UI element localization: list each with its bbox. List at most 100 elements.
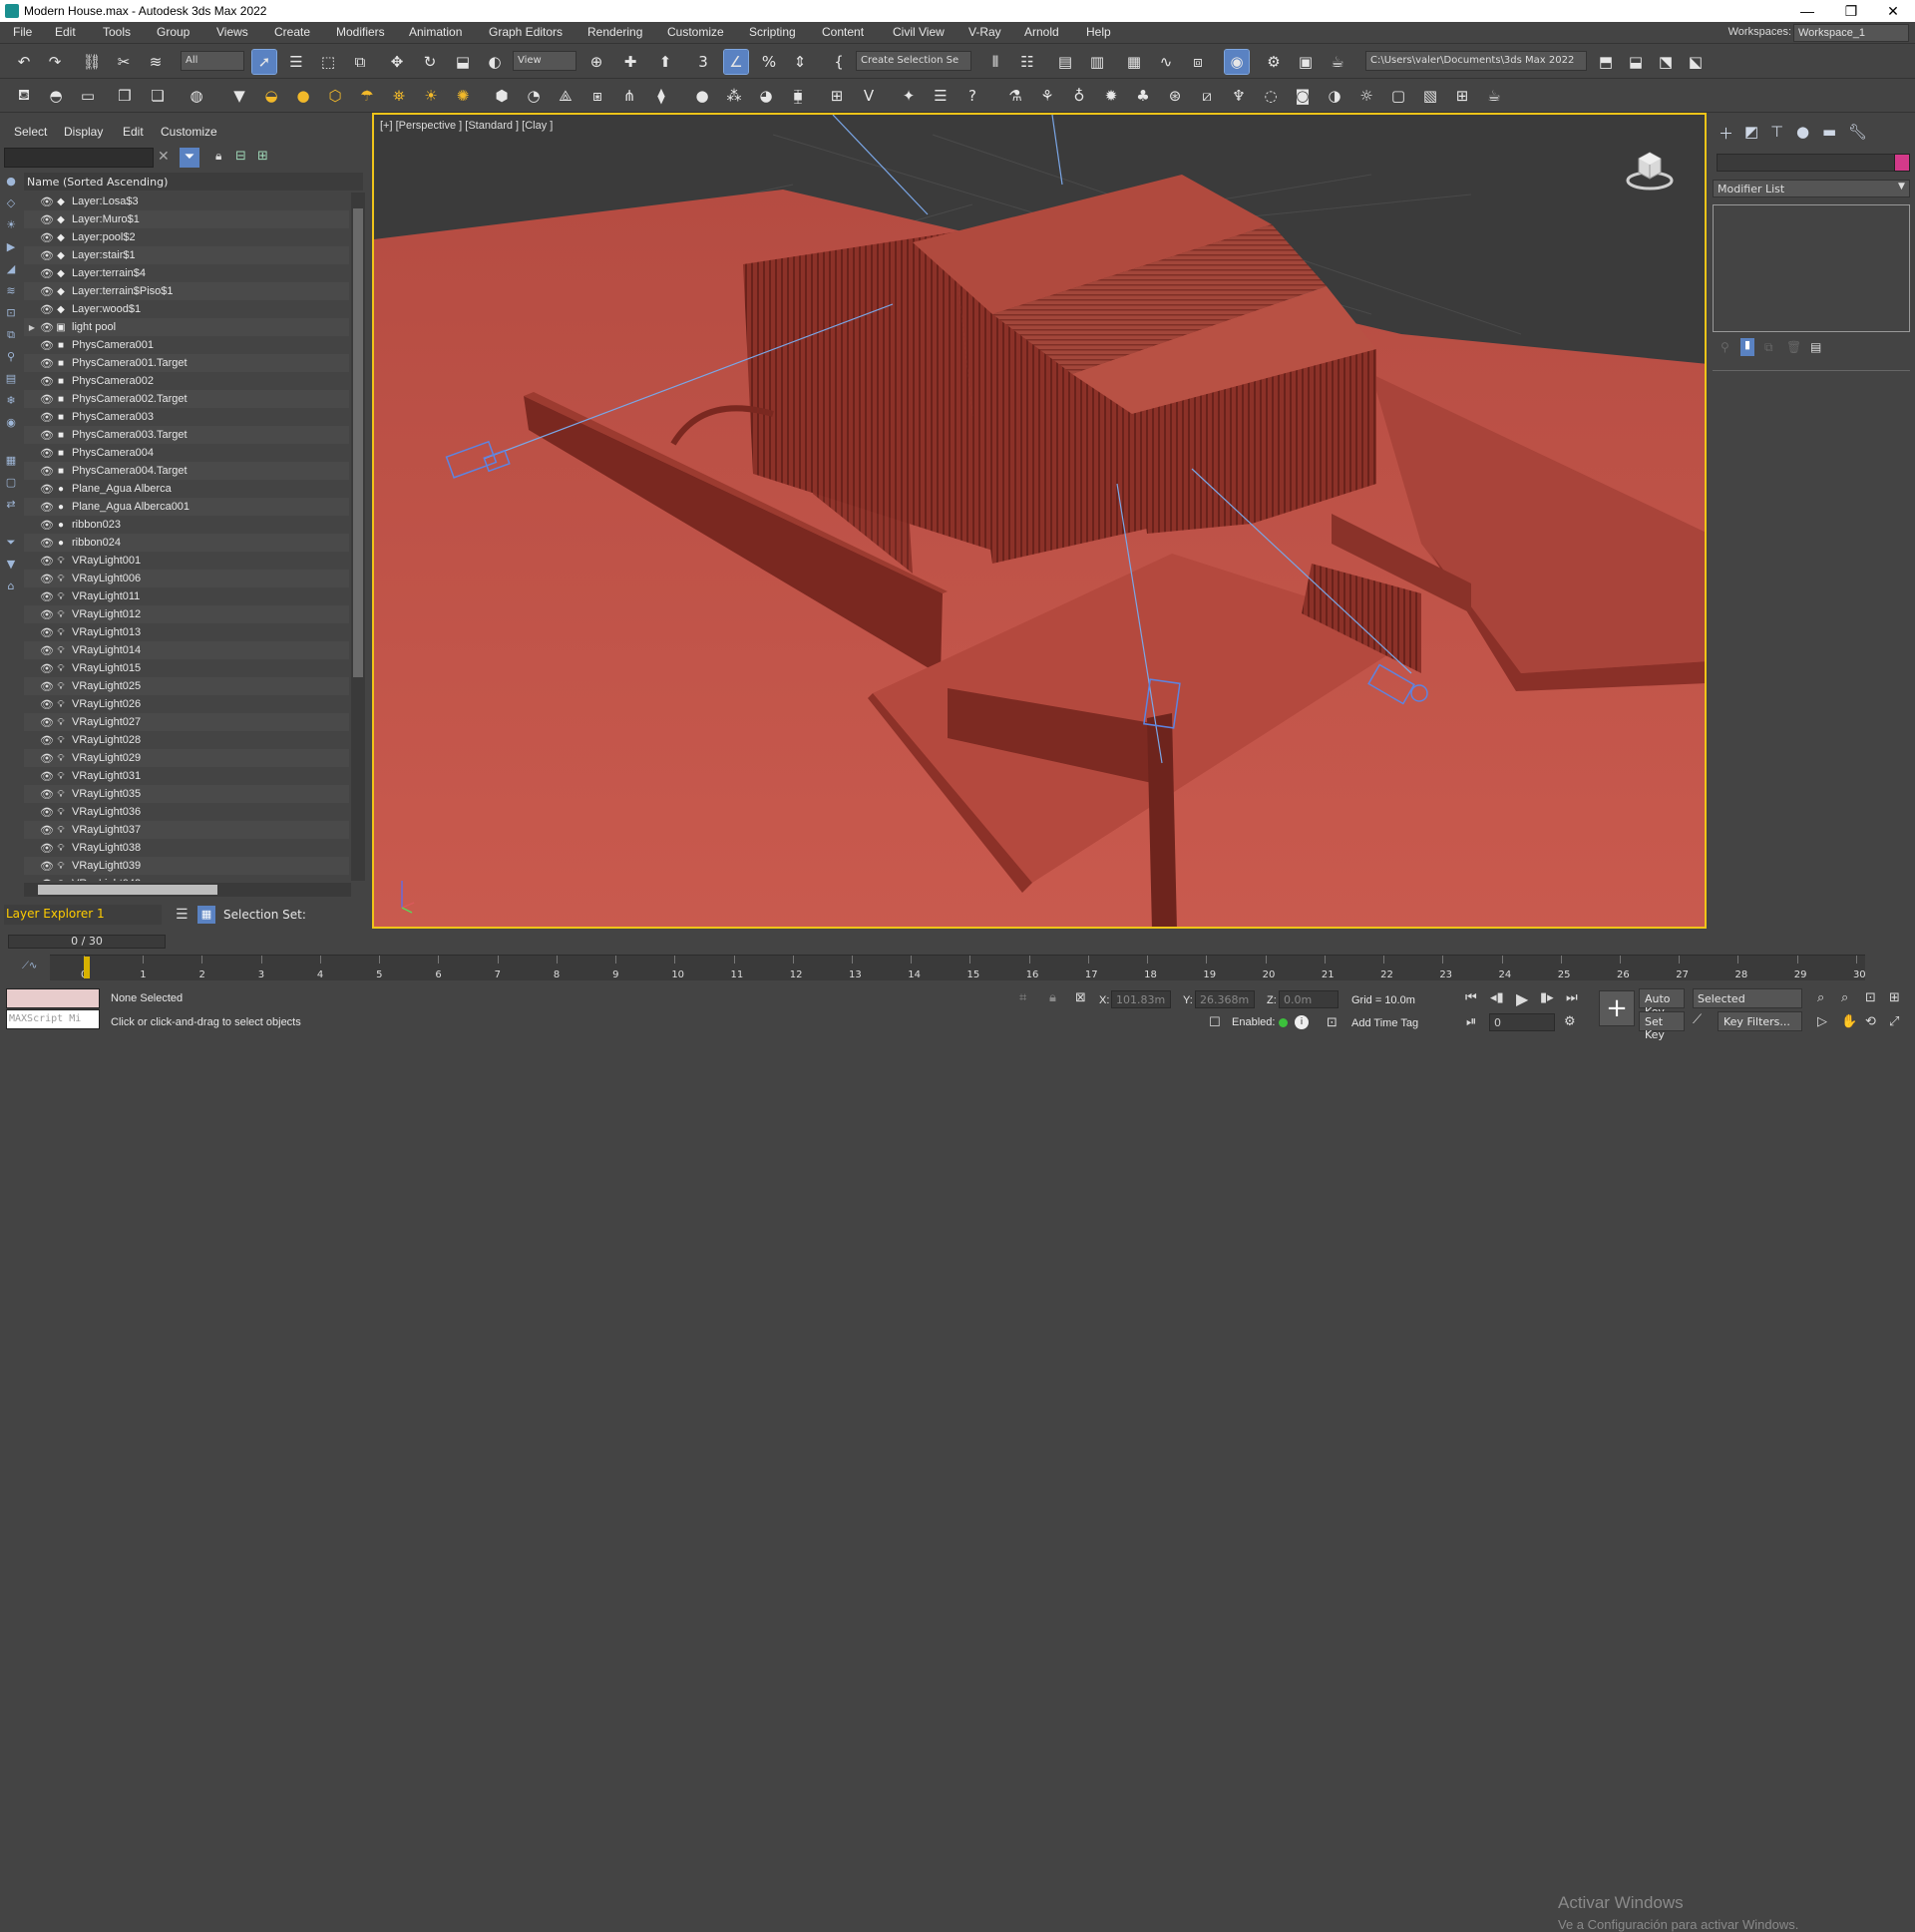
visibility-eye-icon[interactable]: 👁︎ <box>40 644 54 657</box>
tree-row[interactable]: 👁︎ 💡︎ VRayLight026 <box>24 695 349 713</box>
arnold-teapot-icon[interactable]: ☕ <box>1482 84 1506 108</box>
track-bar[interactable]: 0123456789101112131415161718192021222324… <box>50 955 1866 980</box>
visibility-eye-icon[interactable]: 👁︎ <box>40 195 54 208</box>
menu-modifiers[interactable]: Modifiers <box>336 25 385 39</box>
set-project-icon[interactable]: ⬓ <box>1624 50 1648 74</box>
lock-icon[interactable]: 🔒︎ <box>215 149 221 164</box>
vray-light-plane-icon[interactable]: ▼ <box>227 84 251 108</box>
vray-camera-icon[interactable]: ◍ <box>185 84 208 108</box>
undo-icon[interactable]: ↶ <box>12 50 36 74</box>
expand-all-icon[interactable]: ⊞ <box>257 149 268 164</box>
spinner-snap-icon[interactable]: ⇕ <box>788 50 812 74</box>
tree-row[interactable]: 👁︎ 💡︎ VRayLight027 <box>24 713 349 731</box>
tree-row[interactable]: 👁︎ 💡︎ VRayLight001 <box>24 552 349 570</box>
select-object-icon[interactable]: ➚ <box>251 49 277 75</box>
tree-row[interactable]: 👁︎💡︎ VRayLight042 <box>24 875 349 881</box>
modifier-stack[interactable] <box>1713 204 1910 332</box>
tree-row[interactable]: 👁︎ ■ PhysCamera004 <box>24 444 349 462</box>
layers-icon[interactable]: ☰ <box>176 907 189 923</box>
scroll-thumb[interactable] <box>353 208 363 677</box>
clear-search-icon[interactable]: ✕ <box>158 149 170 165</box>
close-button[interactable]: ✕ <box>1873 2 1913 20</box>
visibility-eye-icon[interactable]: 👁︎ <box>40 519 54 532</box>
window-crossing-icon[interactable]: ⧉ <box>348 50 372 74</box>
display-spacewarps-icon[interactable]: ≋ <box>4 284 18 298</box>
explorer-menu-select[interactable]: Select <box>14 125 47 139</box>
unlink-icon[interactable]: ✂ <box>112 50 136 74</box>
display-all-icon[interactable]: ▦ <box>4 454 18 468</box>
visibility-eye-icon[interactable]: 👁︎ <box>40 662 54 675</box>
tree-row[interactable]: 👁︎ 💡︎ VRayLight025 <box>24 677 349 695</box>
modify-tab-icon[interactable]: ◩ <box>1744 123 1758 141</box>
visibility-eye-icon[interactable]: 👁︎ <box>40 752 54 765</box>
tree-row[interactable]: 👁︎ 💡︎ VRayLight036 <box>24 803 349 821</box>
arnold-imager-icon[interactable]: ▧ <box>1418 84 1442 108</box>
menu-edit[interactable]: Edit <box>55 25 76 39</box>
tree-row[interactable]: 👁︎ 💡︎ VRayLight012 <box>24 605 349 623</box>
display-tab-icon[interactable]: ▬ <box>1822 123 1836 141</box>
enabled-indicator-icon[interactable] <box>1279 1018 1288 1027</box>
visibility-eye-icon[interactable]: 👁︎ <box>40 716 54 729</box>
redo-icon[interactable]: ↷ <box>43 50 67 74</box>
visibility-eye-icon[interactable]: 👁︎ <box>40 842 54 855</box>
tree-row[interactable]: 👁︎ 💡︎ VRayLight038 <box>24 839 349 857</box>
visibility-eye-icon[interactable]: 👁︎ <box>40 770 54 783</box>
project-tools-icon[interactable]: ⬔ <box>1654 50 1678 74</box>
tree-row[interactable]: 👁︎ 💡︎ VRayLight037 <box>24 821 349 839</box>
visibility-eye-icon[interactable]: 👁︎ <box>40 608 54 621</box>
tree-row[interactable]: 👁︎ ◆ Layer:Muro$1 <box>24 210 349 228</box>
tree-vertical-scrollbar[interactable] <box>351 193 365 881</box>
display-lights-icon[interactable]: ☀ <box>4 218 18 232</box>
modifier-list-dropdown[interactable]: Modifier List <box>1713 180 1910 197</box>
tree-row[interactable]: 👁︎ 💡︎ VRayLight031 <box>24 767 349 785</box>
maxscript-mini-input[interactable]: MAXScript Mi <box>6 1009 100 1029</box>
vray-ies-light-icon[interactable]: ☂ <box>355 84 379 108</box>
tree-row[interactable]: 👁︎ ■ PhysCamera003 <box>24 408 349 426</box>
scale-icon[interactable]: ⬓ <box>451 50 475 74</box>
expand-arrow-icon[interactable]: ▶ <box>24 323 40 332</box>
toggle-scene-explorer-icon[interactable]: ▤ <box>1053 50 1077 74</box>
menu-vray[interactable]: V-Ray <box>968 25 1001 39</box>
arnold-procedural-icon[interactable]: ▢ <box>1386 84 1410 108</box>
arnold-operator-icon[interactable]: ◙ <box>1291 84 1315 108</box>
menu-help[interactable]: Help <box>1086 25 1111 39</box>
vray-sun-icon[interactable]: ☀ <box>419 84 443 108</box>
vray-help-icon[interactable]: ? <box>960 84 984 108</box>
arnold-light-icon[interactable]: ♁ <box>1067 84 1091 108</box>
vray-decal-icon[interactable]: ⧆ <box>585 84 609 108</box>
next-frame-icon[interactable]: ▮▸ <box>1540 990 1554 1005</box>
mini-curve-editor-icon[interactable]: ⟋∿ <box>22 961 37 971</box>
menu-group[interactable]: Group <box>157 25 190 39</box>
visibility-eye-icon[interactable]: 👁︎ <box>40 680 54 693</box>
display-none-icon[interactable]: ▢ <box>4 476 18 490</box>
vray-grass-icon[interactable]: ⋔ <box>617 84 641 108</box>
material-editor-icon[interactable]: ◉ <box>1224 49 1250 75</box>
field-of-view-icon[interactable]: ▷ <box>1817 1014 1827 1029</box>
tree-row[interactable]: 👁︎ ● ribbon023 <box>24 516 349 534</box>
vray-proxy-icon[interactable]: ◓ <box>44 84 68 108</box>
filter-funnel-icon[interactable]: ▼ <box>4 558 18 572</box>
configure-modifier-sets-icon[interactable]: ▤ <box>1810 340 1821 354</box>
add-time-tag[interactable]: Add Time Tag <box>1351 1017 1418 1029</box>
visibility-eye-icon[interactable]: 👁︎ <box>40 626 54 639</box>
menu-civil-view[interactable]: Civil View <box>893 25 945 39</box>
vray-material-library-icon[interactable]: ⧯ <box>786 84 810 108</box>
display-geometry-icon[interactable]: ● <box>4 175 18 189</box>
key-tangent-icon[interactable]: ⟋ <box>1693 1012 1702 1027</box>
tree-row[interactable]: 👁︎ ■ PhysCamera001 <box>24 336 349 354</box>
curve-editor-icon[interactable]: ∿ <box>1154 50 1178 74</box>
restore-button[interactable]: ❐ <box>1831 2 1871 20</box>
vray-toolbar-icon[interactable]: ☰ <box>929 84 953 108</box>
zoom-icon[interactable]: ⌕ <box>1817 990 1824 1005</box>
tree-row[interactable]: 👁︎ ◆ Layer:terrain$4 <box>24 264 349 282</box>
display-hidden-icon[interactable]: ◉ <box>4 416 18 430</box>
motion-tab-icon[interactable]: ● <box>1796 123 1809 141</box>
adaptive-degradation-icon[interactable]: ☐ <box>1209 1015 1221 1030</box>
info-icon[interactable]: i <box>1295 1015 1309 1029</box>
visibility-eye-icon[interactable]: 👁︎ <box>40 860 54 873</box>
display-containers-icon[interactable]: ▤ <box>4 372 18 386</box>
visibility-eye-icon[interactable]: 👁︎ <box>40 213 54 226</box>
angle-snap-icon[interactable]: ∠ <box>723 49 749 75</box>
visibility-eye-icon[interactable]: 👁︎ <box>40 393 54 406</box>
time-tag-icon[interactable]: ⊡ <box>1327 1015 1338 1030</box>
